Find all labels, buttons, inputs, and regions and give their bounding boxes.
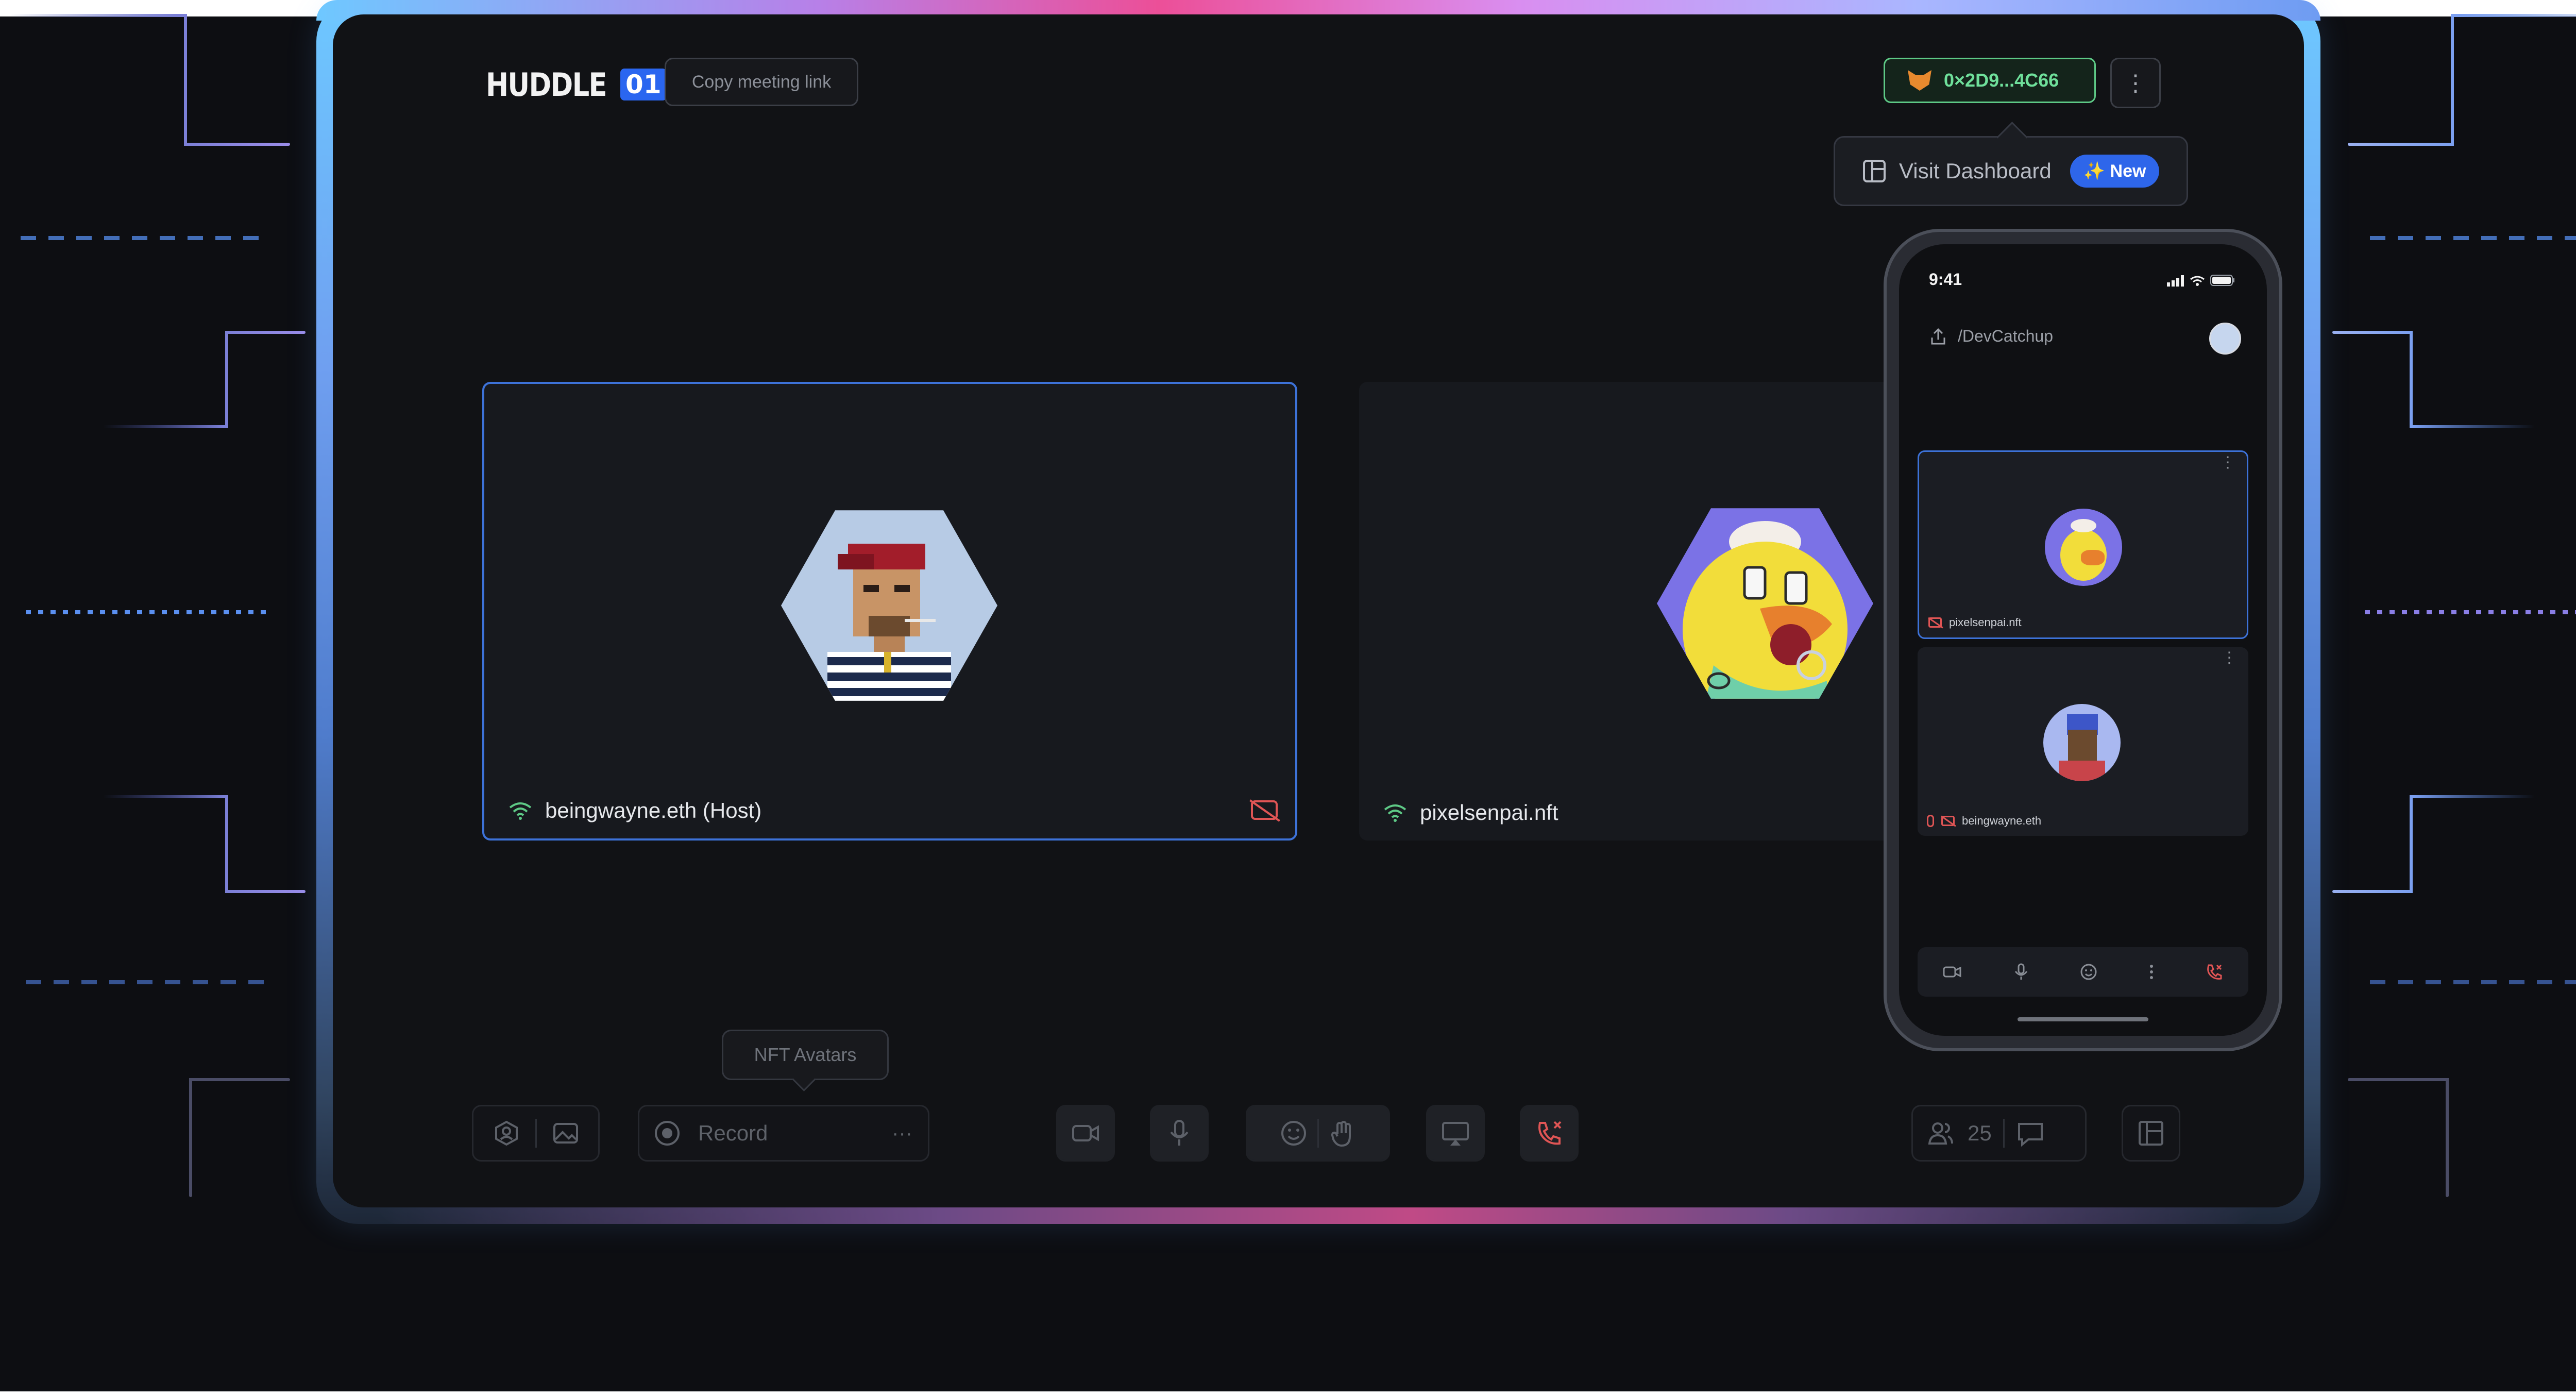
dashboard-layout-icon — [1863, 160, 1886, 182]
video-camera-icon — [1072, 1125, 1099, 1141]
participant-label: beingwayne.eth (Host) — [508, 798, 761, 823]
image-icon[interactable] — [551, 1119, 580, 1148]
signal-strength-icon — [1384, 804, 1406, 822]
microphone-icon[interactable] — [2013, 963, 2029, 981]
signal-strength-icon — [509, 802, 532, 820]
more-options-button[interactable]: ⋮ — [2110, 58, 2161, 108]
phone-tile-menu-icon[interactable]: ⋮ — [2222, 650, 2237, 666]
battery-icon — [2210, 275, 2234, 286]
duck-avatar — [1657, 508, 1873, 699]
participant-label: pixelsenpai.nft — [1383, 800, 1558, 825]
wallet-address: 0×2D9...4C66 — [1944, 70, 2059, 91]
layout-button[interactable] — [2122, 1105, 2180, 1162]
pixel-art-avatar-image — [827, 544, 951, 701]
pixel-avatar — [781, 510, 997, 701]
reactions-group — [1246, 1105, 1390, 1162]
phone-tile-label: pixelsenpai.nft — [1928, 616, 2022, 629]
divider — [535, 1119, 537, 1148]
participants-count: 25 — [1968, 1121, 1992, 1145]
copy-meeting-link-button[interactable]: Copy meeting link — [665, 58, 858, 106]
record-button[interactable]: Record ··· — [638, 1105, 929, 1162]
nft-avatar-icon[interactable] — [492, 1119, 521, 1148]
camera-off-icon — [1251, 800, 1278, 820]
leave-call-button[interactable] — [1520, 1105, 1579, 1162]
phone-hangup-icon[interactable] — [2206, 963, 2223, 981]
phone-status-time: 9:41 — [1929, 270, 1962, 289]
phone-room-header: /DevCatchup — [1929, 327, 2053, 346]
emoji-icon[interactable] — [2080, 963, 2097, 981]
microphone-icon — [1170, 1120, 1189, 1146]
camera-toggle-button[interactable] — [1056, 1105, 1115, 1162]
emoji-icon[interactable] — [1279, 1119, 1308, 1148]
divider — [1317, 1119, 1319, 1148]
record-label: Record — [698, 1121, 768, 1145]
phone-pixel-avatar — [2043, 704, 2121, 781]
wifi-icon — [2190, 276, 2205, 286]
more-vertical-icon[interactable] — [2148, 963, 2155, 981]
cellular-signal-icon — [2167, 275, 2184, 287]
phone-status-icons — [2167, 274, 2235, 287]
phone-room-name: /DevCatchup — [1958, 327, 2053, 345]
wallet-address-button[interactable]: 0×2D9...4C66 — [1884, 58, 2096, 103]
participants-chat-group: 25 — [1911, 1105, 2087, 1162]
avatar-controls-group — [472, 1105, 600, 1162]
visit-dashboard-popover[interactable]: Visit Dashboard ✨ New — [1834, 136, 2188, 206]
nft-avatars-tooltip: NFT Avatars — [722, 1030, 889, 1080]
phone-screen: 9:41 /DevCatchup ⋮ pixelsenpai.nft ⋮ bei… — [1899, 244, 2267, 1036]
screen-share-button[interactable] — [1426, 1105, 1485, 1162]
phone-duck-avatar — [2045, 509, 2122, 586]
phone-participant-tile[interactable]: ⋮ beingwayne.eth — [1918, 647, 2248, 836]
phone-hangup-icon — [1538, 1121, 1562, 1145]
phone-user-avatar[interactable] — [2209, 323, 2241, 355]
raise-hand-icon[interactable] — [1328, 1119, 1357, 1148]
share-upload-icon[interactable] — [1929, 327, 1947, 346]
microphone-toggle-button[interactable] — [1150, 1105, 1209, 1162]
mic-off-icon — [1927, 815, 1934, 827]
layout-icon — [2139, 1121, 2163, 1146]
divider — [2003, 1119, 2005, 1148]
video-camera-icon[interactable] — [1943, 964, 1962, 980]
record-more-icon[interactable]: ··· — [892, 1122, 912, 1145]
visit-dashboard-label: Visit Dashboard — [1899, 159, 2052, 183]
metamask-fox-icon — [1908, 70, 1931, 91]
phone-tile-menu-icon[interactable]: ⋮ — [2220, 455, 2235, 470]
new-badge: ✨ New — [2070, 155, 2160, 188]
participant-name: pixelsenpai.nft — [1420, 800, 1558, 825]
phone-participant-tile[interactable]: ⋮ pixelsenpai.nft — [1918, 450, 2248, 639]
screen-share-icon — [1442, 1122, 1469, 1146]
participant-tile-host[interactable]: beingwayne.eth (Host) — [482, 382, 1297, 841]
chat-icon[interactable] — [2016, 1119, 2045, 1148]
phone-participant-name: beingwayne.eth — [1962, 814, 2042, 827]
phone-home-indicator — [2018, 1017, 2148, 1021]
phone-control-bar — [1918, 947, 2248, 997]
record-icon — [655, 1121, 680, 1146]
camera-off-icon — [1928, 617, 1942, 628]
duck-nft-avatar-image — [1683, 521, 1848, 699]
camera-off-icon — [1941, 816, 1955, 826]
phone-mockup: 9:41 /DevCatchup ⋮ pixelsenpai.nft ⋮ bei… — [1884, 229, 2282, 1051]
logo-badge: 01 — [620, 69, 667, 100]
participants-icon[interactable] — [1926, 1119, 1955, 1148]
huddle-logo: HUDDLE 01 — [486, 64, 683, 105]
phone-tile-label: beingwayne.eth — [1927, 814, 2041, 828]
participant-name: beingwayne.eth (Host) — [545, 798, 762, 822]
phone-participant-name: pixelsenpai.nft — [1949, 616, 2022, 629]
logo-wordmark: HUDDLE — [486, 65, 607, 104]
